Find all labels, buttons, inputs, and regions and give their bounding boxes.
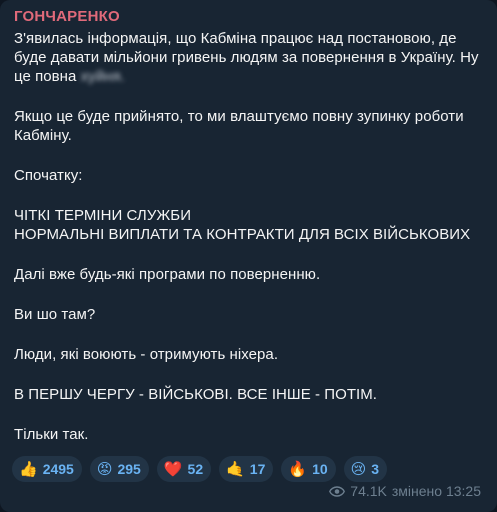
reaction-count: 17 xyxy=(249,461,266,477)
text-paragraph-7: Люди, які воюють - отримують ніхера. xyxy=(14,345,485,364)
reaction-count: 3 xyxy=(371,461,380,477)
edited-time: змінено 13:25 xyxy=(391,483,481,499)
reaction-count: 52 xyxy=(187,461,204,477)
call-me-hand-icon: 🤙 xyxy=(226,459,245,478)
reaction-count: 2495 xyxy=(42,461,74,477)
text-line-9: В ПЕРШУ ЧЕРГУ - ВІЙСЬКОВІ. ВСЕ ІНШЕ - ПО… xyxy=(14,386,378,403)
text-line-4: ЧІТКІ ТЕРМІНИ СЛУЖБИ xyxy=(14,207,192,224)
view-count: 74.1K xyxy=(350,483,387,499)
reaction-angry[interactable]: 😡 295 xyxy=(89,456,149,482)
text-paragraph-5: Далі вже будь-які програми по поверненню… xyxy=(14,265,485,284)
reaction-crying[interactable]: 😢 3 xyxy=(343,456,388,482)
text-paragraph-9: Тільки так. xyxy=(14,425,485,444)
reaction-fire[interactable]: 🔥 10 xyxy=(281,456,336,482)
text-paragraph-2: Якщо це буде прийнято, то ми влаштуємо п… xyxy=(14,107,485,145)
crying-face-icon: 😢 xyxy=(350,459,367,478)
text-paragraph-1: З'явилась інформація, що Кабміна працює … xyxy=(14,29,485,86)
text-line-3: Спочатку: xyxy=(14,167,83,184)
reaction-count: 10 xyxy=(312,461,328,477)
censored-word[interactable]: хуйня. xyxy=(81,68,125,85)
text-line-6: Далі вже будь-які програми по поверненню… xyxy=(14,266,321,283)
text-paragraph-6: Ви шо там? xyxy=(14,305,485,324)
text-paragraph-3: Спочатку: xyxy=(14,166,485,185)
reaction-heart[interactable]: ❤️ 52 xyxy=(156,456,212,482)
message-bubble: ГОНЧАРЕНКО З'явилась інформація, що Кабм… xyxy=(0,0,497,512)
reaction-call-me-hand[interactable]: 🤙 17 xyxy=(219,456,274,482)
text-line-7: Ви шо там? xyxy=(14,306,96,323)
thumbs-up-icon: 👍 xyxy=(19,459,38,478)
reactions-bar: 👍 2495 😡 295 ❤️ 52 🤙 17 🔥 10 😢 3 xyxy=(12,456,388,482)
fire-icon: 🔥 xyxy=(288,459,308,478)
message-text: З'явилась інформація, що Кабміна працює … xyxy=(14,29,485,444)
reaction-thumbs-up[interactable]: 👍 2495 xyxy=(12,456,82,482)
text-paragraph-8: В ПЕРШУ ЧЕРГУ - ВІЙСЬКОВІ. ВСЕ ІНШЕ - ПО… xyxy=(14,385,485,404)
eye-icon xyxy=(329,485,346,497)
angry-face-icon: 😡 xyxy=(96,459,113,478)
text-line-10: Тільки так. xyxy=(14,426,89,443)
text-line-2: Якщо це буде прийнято, то ми влаштуємо п… xyxy=(14,108,464,144)
heart-icon: ❤️ xyxy=(163,459,183,478)
message-meta: 74.1K змінено 13:25 xyxy=(329,483,481,499)
sender-name[interactable]: ГОНЧАРЕНКО xyxy=(14,8,485,26)
text-line-5: НОРМАЛЬНІ ВИПЛАТИ ТА КОНТРАКТИ ДЛЯ ВСІХ … xyxy=(14,226,471,243)
text-line-8: Люди, які воюють - отримують ніхера. xyxy=(14,346,279,363)
text-paragraph-4: ЧІТКІ ТЕРМІНИ СЛУЖБИ НОРМАЛЬНІ ВИПЛАТИ Т… xyxy=(14,206,485,244)
reaction-count: 295 xyxy=(117,461,141,477)
